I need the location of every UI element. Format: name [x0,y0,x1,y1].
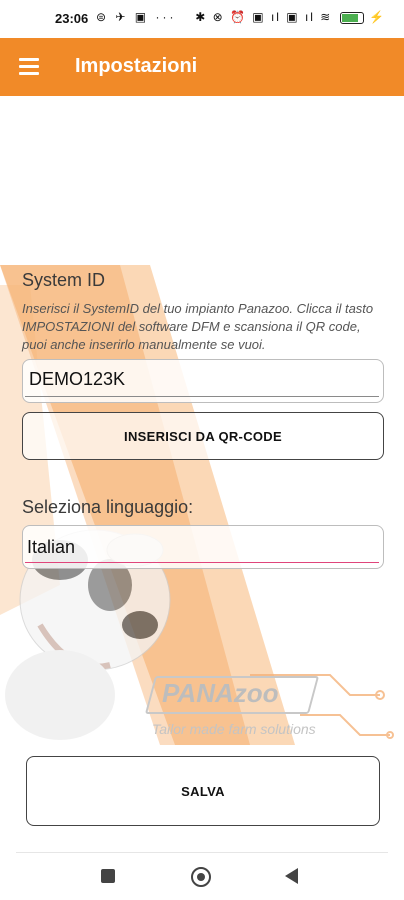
back-triangle-icon[interactable] [285,868,298,884]
language-select[interactable]: Italian [22,525,384,569]
language-label: Seleziona linguaggio: [22,497,194,517]
logo-text: PANAzoo [162,678,279,708]
system-navigation-bar [0,852,404,900]
system-id-label: System ID [22,270,106,290]
system-id-field[interactable] [22,359,384,403]
system-id-input[interactable] [27,368,371,391]
system-status-icons: ✱ ⊗ ⏰ ▣ ıl ▣ ıl ≋ ⚡ [195,10,386,24]
status-time: 23:06 [55,11,89,26]
hamburger-menu-icon[interactable] [19,58,39,75]
panazoo-logo: PANAzoo [144,672,320,716]
app-bar: Impostazioni [0,38,404,96]
save-button[interactable]: SALVA [26,756,380,826]
notification-icons: ⊜ ✈ ▣ ··· [96,10,177,24]
connectivity-icons: ✱ ⊗ ⏰ ▣ ıl ▣ ıl ≋ [195,10,333,24]
charging-icon: ⚡ [369,10,386,24]
recents-square-icon[interactable] [101,869,115,883]
system-id-help-text: Inserisci il SystemID del tuo impianto P… [22,301,374,352]
status-bar: 23:06 ⊜ ✈ ▣ ··· ✱ ⊗ ⏰ ▣ ıl ▣ ıl ≋ ⚡ [0,0,404,38]
logo-tagline: Tailor made farm solutions [152,721,316,737]
language-selected-value: Italian [27,537,76,557]
battery-icon [339,11,364,24]
insert-from-qr-code-button[interactable]: INSERISCI DA QR-CODE [22,412,384,460]
page-title: Impostazioni [75,55,198,77]
home-circle-icon[interactable] [191,867,211,887]
